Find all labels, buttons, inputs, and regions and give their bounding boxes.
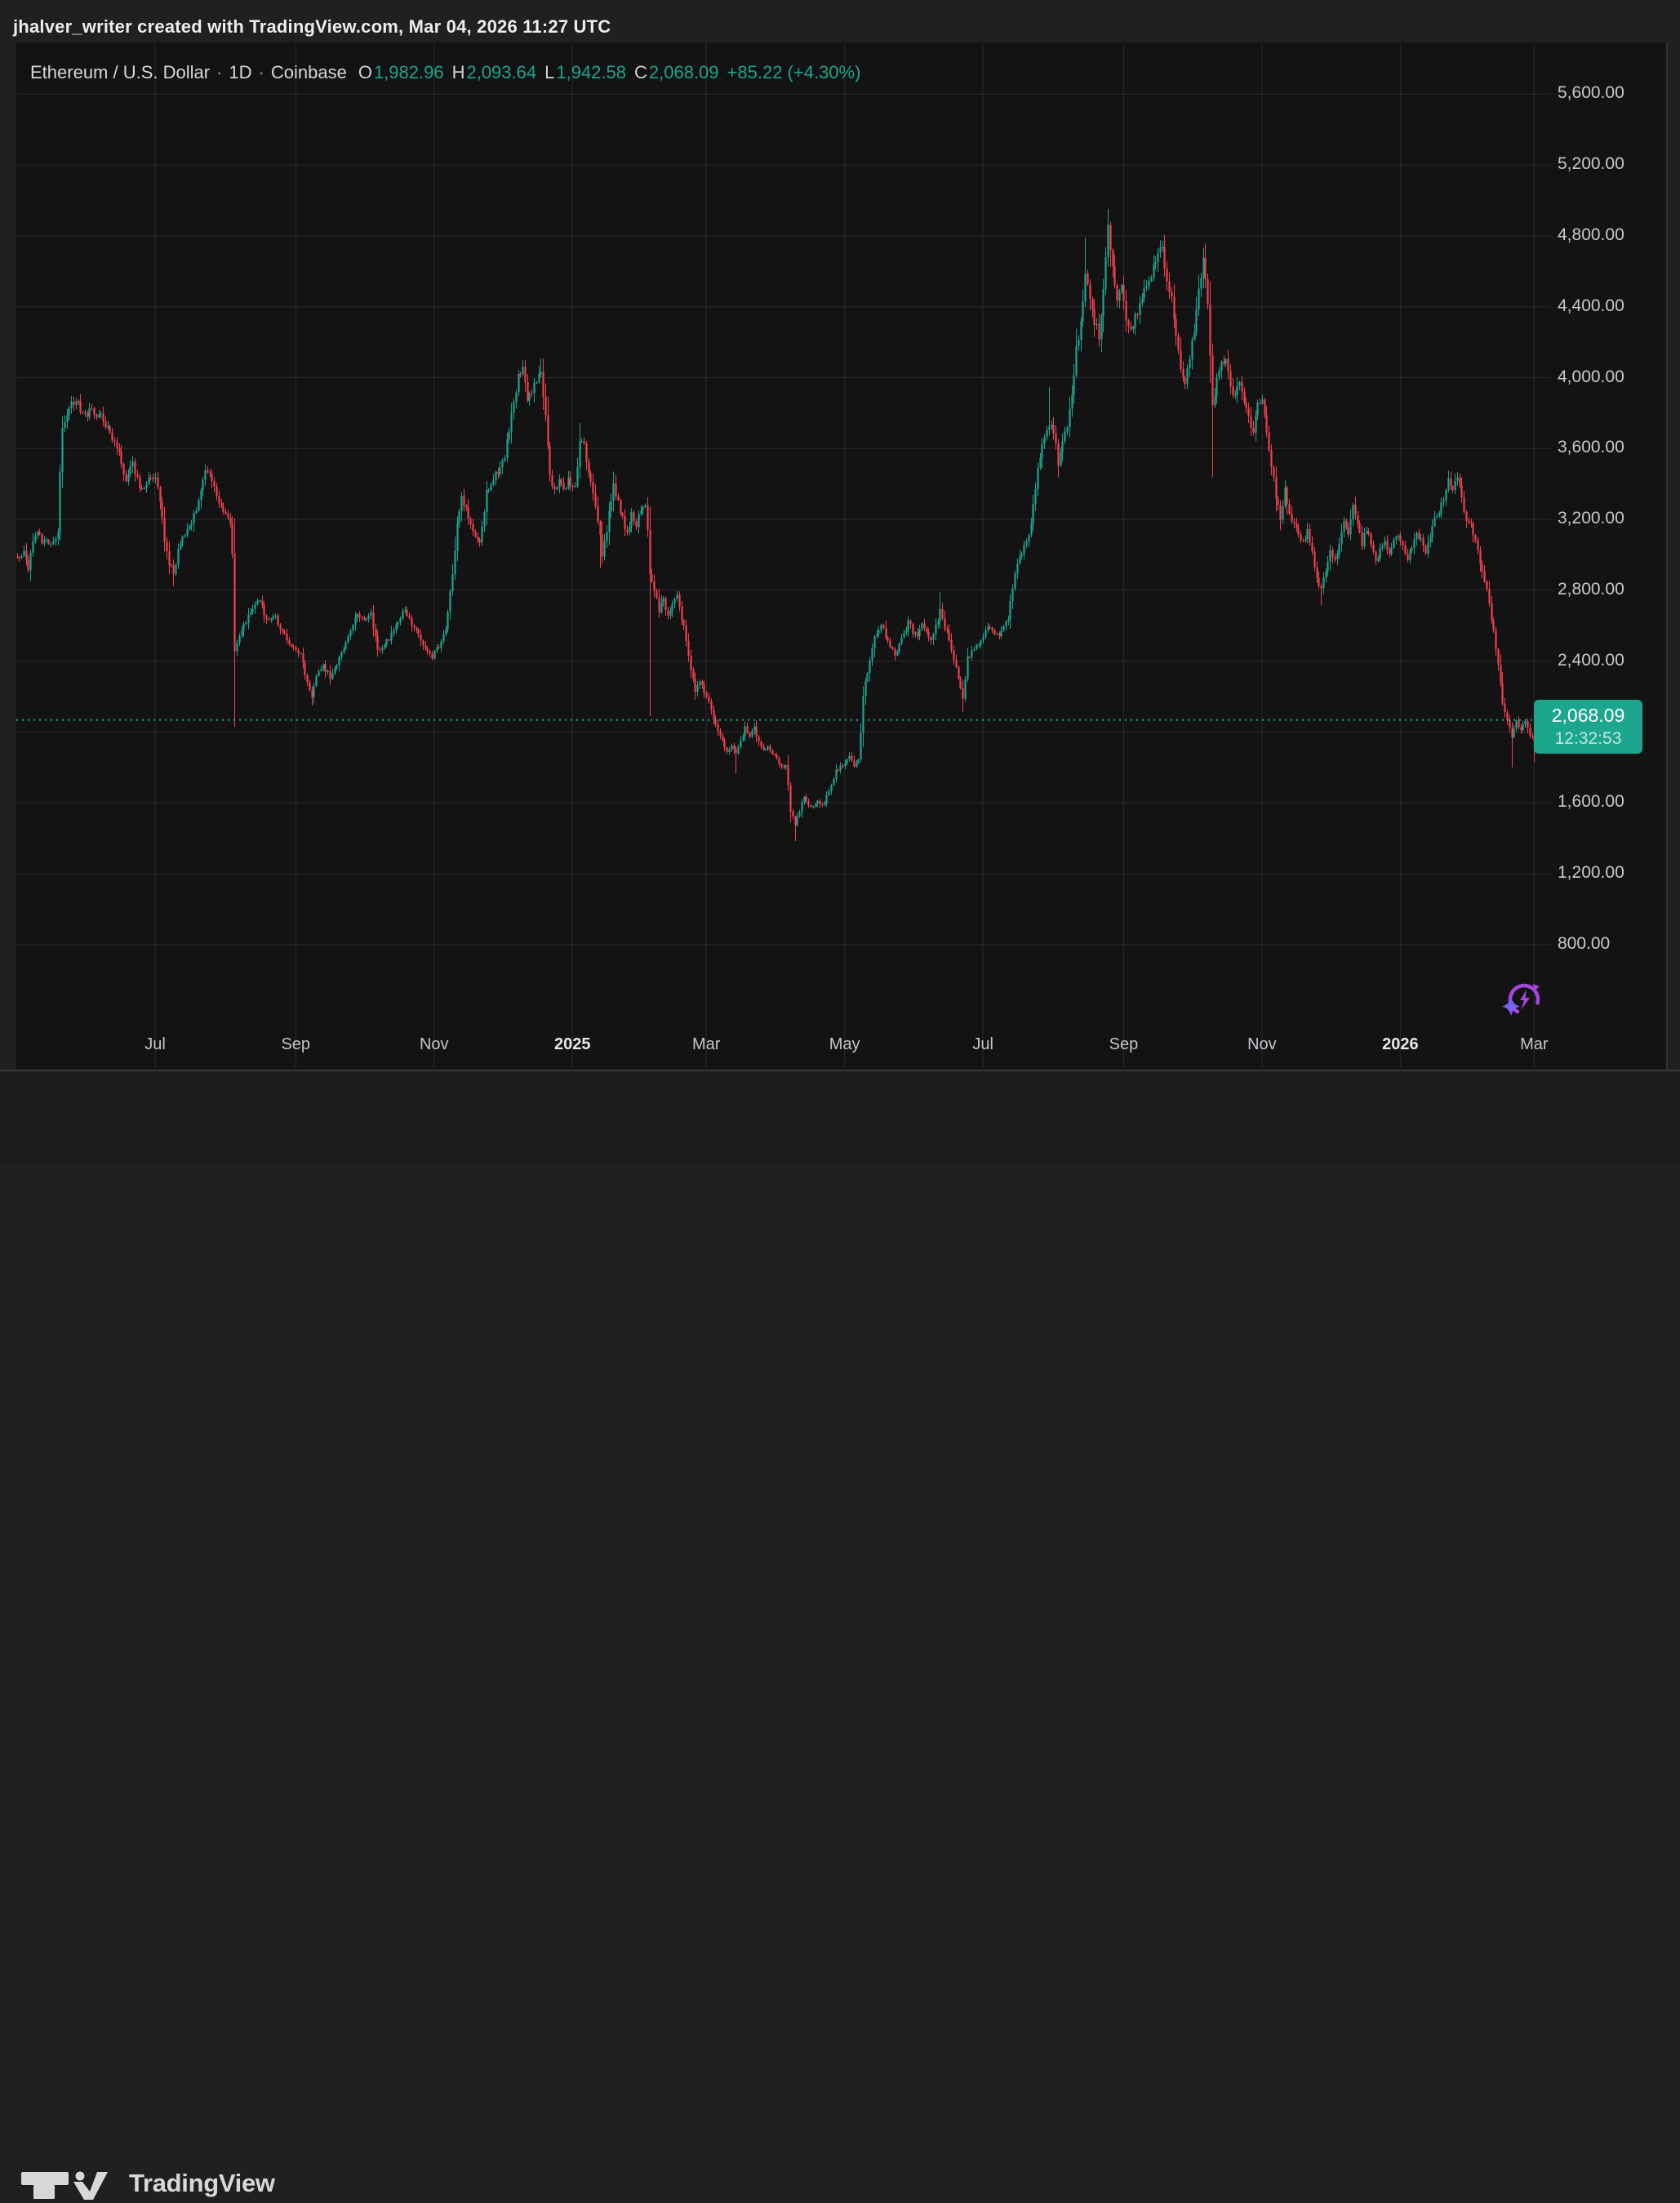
price-tick-label: 1,200.00 [1558,863,1624,883]
attribution-text: jhalver_writer created with TradingView.… [13,16,611,38]
legend-exchange[interactable]: Coinbase [271,62,347,82]
time-scale[interactable]: Jul Sep Nov 2025 Mar May Jul Sep Nov 2026 Mar [0,1026,1551,1068]
candlestick-chart[interactable] [0,0,1680,1164]
time-tick-label: 2026 [1382,1035,1419,1054]
current-price-label: 2,068.09 12:32:53 [1534,700,1642,754]
price-tick-label: 4,800.00 [1558,225,1624,245]
time-tick-label: 2025 [554,1035,591,1054]
ohlc-letter: H [452,62,465,82]
legend-interval[interactable]: 1D [229,62,251,82]
change-value: +85.22 (+4.30%) [727,62,861,82]
ohlc-value: 2,068.09 [649,62,719,82]
ohlc-letter: O [358,62,372,82]
footer: TradingView [0,1071,1680,1164]
price-tick-label: 3,600.00 [1558,438,1624,457]
legend-ohlc-values: O1,982.96 H2,093.64 L1,942.58 C2,068.09 +85.… [358,62,861,82]
bar-countdown-timer: 12:32:53 [1534,728,1642,750]
time-tick-label: Jul [144,1035,166,1054]
chart-legend[interactable]: Ethereum / U.S. Dollar · 1D · Coinbase O1,982… [30,62,860,83]
ohlc-value: 1,982.96 [374,62,444,82]
tradingview-logo-icon[interactable] [21,2170,136,2203]
price-tick-label: 2,400.00 [1558,651,1624,670]
time-tick-label: Mar [692,1035,720,1054]
price-tick-label: 4,400.00 [1558,296,1624,316]
price-tick-label: 1,600.00 [1558,792,1624,812]
ohlc-letter: C [634,62,647,82]
tradingview-wordmark[interactable]: TradingView [129,2169,275,2198]
refresh-bolt-sparkle-icon[interactable] [1500,980,1541,1024]
ohlc-value: 1,942.58 [556,62,626,82]
current-price-value: 2,068.09 [1534,702,1642,728]
time-tick-label: Sep [281,1035,310,1054]
time-tick-label: Nov [1247,1035,1277,1054]
price-tick-label: 3,200.00 [1558,509,1624,528]
price-tick-label: 5,200.00 [1558,154,1624,174]
legend-separator: · [216,62,222,82]
price-tick-label: 2,800.00 [1558,580,1624,599]
chart-pane[interactable] [16,42,1667,1070]
lightning-bolt-icon [1520,990,1530,1010]
time-tick-label: Jul [972,1035,993,1054]
legend-symbol[interactable]: Ethereum / U.S. Dollar [30,62,210,82]
time-tick-label: May [829,1035,860,1054]
price-tick-label: 4,000.00 [1558,367,1624,387]
ohlc-value: 2,093.64 [466,62,536,82]
time-tick-label: Mar [1520,1035,1548,1054]
legend-separator: · [259,62,264,82]
ohlc-letter: L [544,62,554,82]
time-tick-label: Sep [1109,1035,1139,1054]
time-tick-label: Nov [420,1035,449,1054]
price-tick-label: 800.00 [1558,934,1610,954]
price-tick-label: 5,600.00 [1558,83,1624,103]
